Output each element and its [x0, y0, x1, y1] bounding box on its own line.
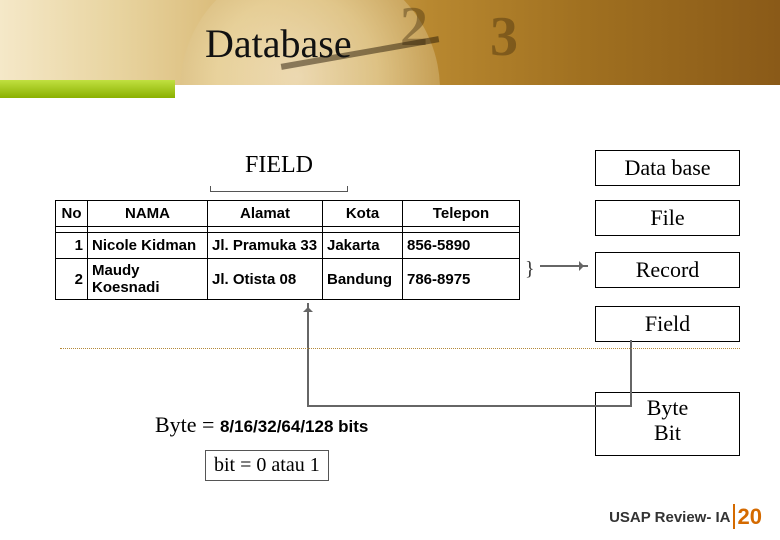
col-alamat: Alamat: [208, 201, 323, 227]
cell-no: 1: [56, 233, 88, 259]
divider-dotted: [60, 348, 740, 349]
cell-no: 2: [56, 259, 88, 300]
data-table: No NAMA Alamat Kota Telepon 1 Nicole Kid…: [55, 200, 520, 300]
cell-alamat: Jl. Otista 08: [208, 259, 323, 300]
record-brace: }: [525, 258, 535, 281]
bit-equation: bit = 0 atau 1: [205, 450, 329, 481]
hierarchy-bit: Bit: [596, 420, 739, 445]
hierarchy-byte-bit: Byte Bit: [595, 392, 740, 456]
cell-nama: Nicole Kidman: [88, 233, 208, 259]
cell-alamat: Jl. Pramuka 33: [208, 233, 323, 259]
hierarchy-file: File: [595, 200, 740, 236]
slide-title: Database: [205, 20, 352, 67]
hierarchy-database: Data base: [595, 150, 740, 186]
cell-telepon: 856-5890: [403, 233, 520, 259]
clock-numeral-3: 3: [490, 5, 518, 69]
col-kota: Kota: [323, 201, 403, 227]
table-row: 1 Nicole Kidman Jl. Pramuka 33 Jakarta 8…: [56, 233, 520, 259]
arrow-field-v: [307, 303, 309, 407]
cell-kota: Jakarta: [323, 233, 403, 259]
arrow-record: [540, 265, 588, 267]
hierarchy-byte: Byte: [596, 395, 739, 420]
cell-telepon: 786-8975: [403, 259, 520, 300]
byte-equation: Byte = 8/16/32/64/128 bits: [155, 412, 368, 438]
hierarchy-field: Field: [595, 306, 740, 342]
accent-bar: [0, 80, 175, 98]
footer-text: USAP Review- IA: [609, 509, 730, 526]
byte-eq-value: 8/16/32/64/128 bits: [220, 417, 368, 436]
arrow-field-h: [307, 405, 632, 407]
table-header-row: No NAMA Alamat Kota Telepon: [56, 201, 520, 227]
slide-banner: 2 3 Database: [0, 0, 780, 85]
field-caption: FIELD: [245, 152, 313, 179]
hierarchy-record: Record: [595, 252, 740, 288]
col-nama: NAMA: [88, 201, 208, 227]
footer: USAP Review- IA20: [609, 504, 762, 530]
col-telepon: Telepon: [403, 201, 520, 227]
clock-numeral-2: 2: [400, 0, 428, 59]
field-brace: [210, 184, 348, 198]
table-row: 2 Maudy Koesnadi Jl. Otista 08 Bandung 7…: [56, 259, 520, 300]
cell-nama: Maudy Koesnadi: [88, 259, 208, 300]
col-no: No: [56, 201, 88, 227]
cell-kota: Bandung: [323, 259, 403, 300]
arrow-field-up: [630, 340, 632, 407]
page-number: 20: [733, 504, 762, 529]
byte-eq-prefix: Byte =: [155, 412, 220, 437]
